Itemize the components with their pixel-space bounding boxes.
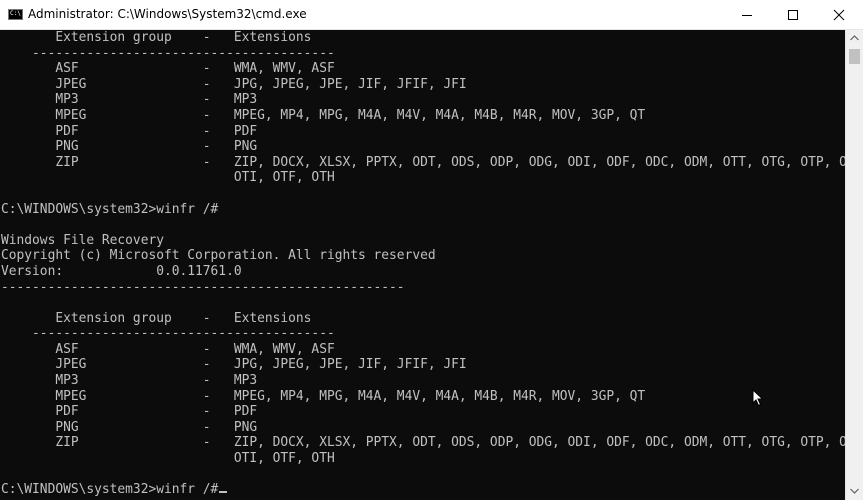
console-line: MP3 - MP3 [1, 373, 258, 389]
console-line: C:\WINDOWS\system32>winfr /# [1, 482, 845, 498]
chevron-up-icon [850, 35, 859, 41]
console-output[interactable]: Extension group - Extensions -----------… [0, 30, 845, 500]
close-icon [833, 9, 845, 21]
console-lines: Extension group - Extensions -----------… [1, 30, 845, 498]
chevron-down-icon [850, 488, 859, 494]
console-line: JPEG - JPG, JPEG, JPE, JIF, JFIF, JFI [1, 76, 467, 92]
title-bar[interactable]: C:\ Administrator: C:\Windows\System32\c… [0, 0, 863, 30]
mouse-pointer-icon [752, 389, 764, 407]
cmd-icon[interactable]: C:\ [8, 9, 23, 20]
vertical-scrollbar[interactable] [845, 30, 863, 500]
scroll-up-button[interactable] [846, 30, 863, 47]
console-line: --------------------------------------- [1, 326, 335, 342]
console-line: --------------------------------------- [1, 45, 335, 61]
console-line: PDF - PDF [1, 404, 258, 420]
minimize-button[interactable] [724, 0, 770, 29]
console-line: C:\WINDOWS\system32>winfr /# [1, 201, 219, 217]
console-line: PNG - PNG [1, 139, 258, 155]
console-line: OTI, OTF, OTH [1, 451, 335, 467]
maximize-button[interactable] [770, 0, 816, 29]
maximize-icon [788, 10, 798, 20]
console-line: PNG - PNG [1, 419, 258, 435]
console-line: Extension group - Extensions [1, 310, 312, 326]
close-button[interactable] [816, 0, 862, 29]
minimize-icon [742, 15, 752, 16]
window-title: Administrator: C:\Windows\System32\cmd.e… [28, 7, 307, 21]
scrollbar-thumb[interactable] [849, 49, 860, 64]
console-line: Version: 0.0.11761.0 [1, 263, 242, 279]
text-cursor [219, 491, 228, 494]
scroll-down-button[interactable] [846, 483, 863, 500]
console-line: ZIP - ZIP, DOCX, XLSX, PPTX, ODT, ODS, O… [1, 435, 845, 451]
console-line: Extension group - Extensions [1, 30, 312, 45]
console-line: ASF - WMA, WMV, ASF [1, 61, 335, 77]
console-line: Windows File Recovery [1, 232, 164, 248]
console-line: MPEG - MPEG, MP4, MPG, M4A, M4V, M4A, M4… [1, 388, 646, 404]
cmd-icon-label: C:\ [10, 10, 21, 17]
console-line: MP3 - MP3 [1, 92, 258, 108]
console-line: JPEG - JPG, JPEG, JPE, JIF, JFIF, JFI [1, 357, 467, 373]
console-line: OTI, OTF, OTH [1, 170, 335, 186]
console-line: ----------------------------------------… [1, 279, 405, 295]
console-line: PDF - PDF [1, 123, 258, 139]
console-line: ASF - WMA, WMV, ASF [1, 341, 335, 357]
console-line: ZIP - ZIP, DOCX, XLSX, PPTX, ODT, ODS, O… [1, 154, 845, 170]
console-line: Copyright (c) Microsoft Corporation. All… [1, 248, 436, 264]
console-line: MPEG - MPEG, MP4, MPG, M4A, M4V, M4A, M4… [1, 107, 646, 123]
